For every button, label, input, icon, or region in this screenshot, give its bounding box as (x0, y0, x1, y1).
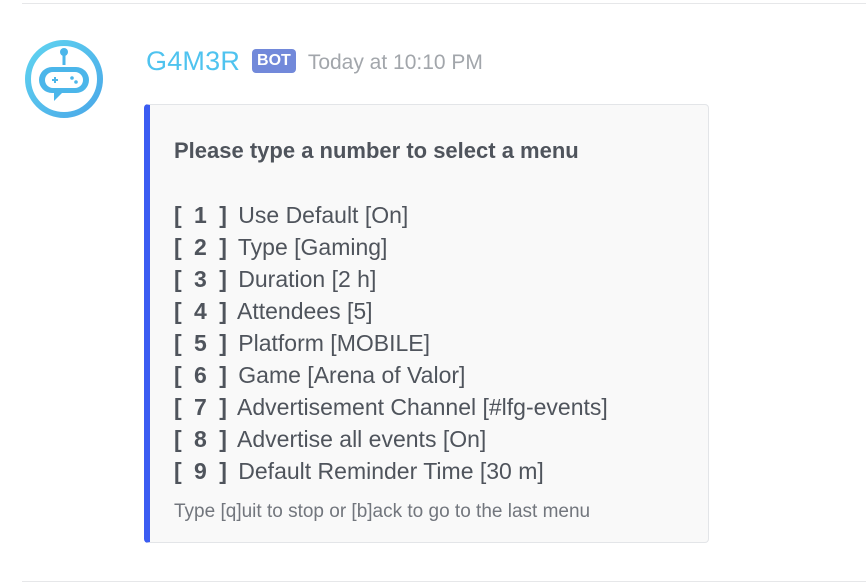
menu-item-number: [ 6 ] (174, 362, 230, 388)
menu-item-label: Use Default [On] (238, 202, 409, 228)
menu-item-number: [ 3 ] (174, 266, 230, 292)
menu-list: [ 1 ] Use Default [On] [ 2 ] Type [Gamin… (174, 199, 608, 487)
embed-footer: Type [q]uit to stop or [b]ack to go to t… (174, 501, 591, 522)
menu-item: [ 9 ] Default Reminder Time [30 m] (174, 455, 608, 487)
author-username[interactable]: G4M3R (146, 46, 240, 77)
menu-item-number: [ 9 ] (174, 458, 230, 484)
menu-item-label: Duration [2 h] (238, 266, 377, 292)
menu-item: [ 8 ] Advertise all events [On] (174, 423, 608, 455)
menu-item-label: Game [Arena of Valor] (238, 362, 466, 388)
message-divider (22, 581, 866, 582)
menu-item-number: [ 7 ] (174, 394, 230, 420)
menu-item: [ 6 ] Game [Arena of Valor] (174, 359, 608, 391)
menu-item-number: [ 4 ] (174, 298, 230, 324)
menu-item: [ 5 ] Platform [MOBILE] (174, 327, 608, 359)
menu-item: [ 1 ] Use Default [On] (174, 199, 608, 231)
menu-item-label: Attendees [5] (237, 298, 373, 324)
menu-item-label: Advertisement Channel [#lfg-events] (237, 394, 608, 420)
gamepad-robot-icon (25, 40, 103, 118)
menu-item-number: [ 5 ] (174, 330, 230, 356)
bot-badge: BOT (252, 49, 296, 73)
menu-item-label: Advertise all events [On] (237, 426, 487, 452)
menu-item-number: [ 8 ] (174, 426, 230, 452)
menu-item-number: [ 2 ] (174, 234, 230, 260)
message-timestamp[interactable]: Today at 10:10 PM (308, 47, 483, 75)
message-divider (22, 3, 866, 4)
menu-item: [ 3 ] Duration [2 h] (174, 263, 608, 295)
menu-item-label: Type [Gaming] (237, 234, 388, 260)
menu-item: [ 7 ] Advertisement Channel [#lfg-events… (174, 391, 608, 423)
menu-item: [ 4 ] Attendees [5] (174, 295, 608, 327)
menu-item: [ 2 ] Type [Gaming] (174, 231, 608, 263)
menu-item-label: Default Reminder Time [30 m] (238, 458, 544, 484)
embed-title: Please type a number to select a menu (174, 138, 579, 163)
avatar[interactable] (24, 39, 104, 119)
menu-embed: Please type a number to select a menu [ … (144, 104, 709, 543)
menu-item-number: [ 1 ] (174, 202, 230, 228)
message-header: G4M3R BOT Today at 10:10 PM (146, 43, 483, 79)
menu-item-label: Platform [MOBILE] (238, 330, 430, 356)
